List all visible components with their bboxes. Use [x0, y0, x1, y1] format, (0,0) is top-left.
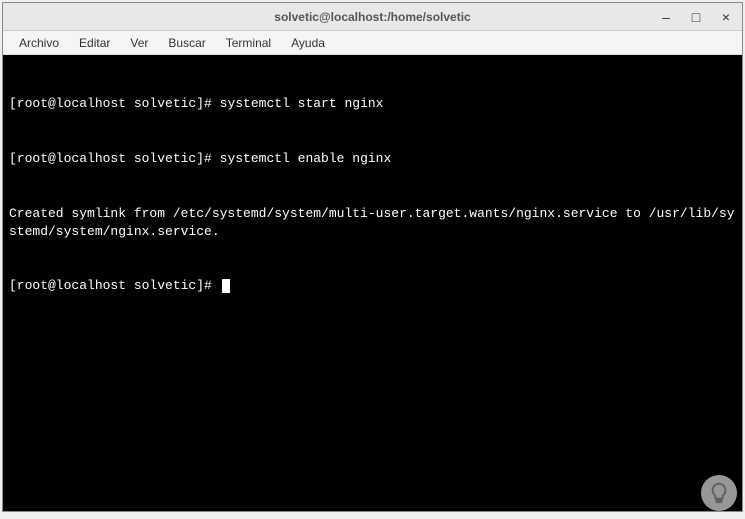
shell-prompt: [root@localhost solvetic]# — [9, 151, 212, 166]
window-titlebar[interactable]: solvetic@localhost:/home/solvetic – □ × — [3, 3, 742, 31]
menu-editar[interactable]: Editar — [71, 34, 118, 52]
shell-prompt: [root@localhost solvetic]# — [9, 278, 212, 293]
terminal-line: Created symlink from /etc/systemd/system… — [9, 205, 736, 241]
terminal-line: [root@localhost solvetic]# — [9, 277, 736, 295]
menu-terminal[interactable]: Terminal — [218, 34, 279, 52]
terminal-cursor — [222, 279, 230, 293]
shell-command — [212, 278, 220, 293]
terminal-output[interactable]: [root@localhost solvetic]# systemctl sta… — [3, 55, 742, 511]
shell-output: Created symlink from /etc/systemd/system… — [9, 206, 735, 239]
window-title: solvetic@localhost:/home/solvetic — [274, 10, 470, 24]
menu-buscar[interactable]: Buscar — [160, 34, 213, 52]
menubar: Archivo Editar Ver Buscar Terminal Ayuda — [3, 31, 742, 55]
watermark-icon — [701, 475, 737, 511]
shell-command: systemctl enable nginx — [212, 151, 391, 166]
terminal-line: [root@localhost solvetic]# systemctl ena… — [9, 150, 736, 168]
menu-ver[interactable]: Ver — [122, 34, 156, 52]
shell-prompt: [root@localhost solvetic]# — [9, 96, 212, 111]
shell-command: systemctl start nginx — [212, 96, 384, 111]
terminal-line: [root@localhost solvetic]# systemctl sta… — [9, 95, 736, 113]
menu-archivo[interactable]: Archivo — [11, 34, 67, 52]
menu-ayuda[interactable]: Ayuda — [283, 34, 333, 52]
maximize-button[interactable]: □ — [686, 7, 706, 27]
terminal-window: solvetic@localhost:/home/solvetic – □ × … — [2, 2, 743, 512]
window-controls: – □ × — [656, 3, 736, 30]
minimize-button[interactable]: – — [656, 7, 676, 27]
close-button[interactable]: × — [716, 7, 736, 27]
